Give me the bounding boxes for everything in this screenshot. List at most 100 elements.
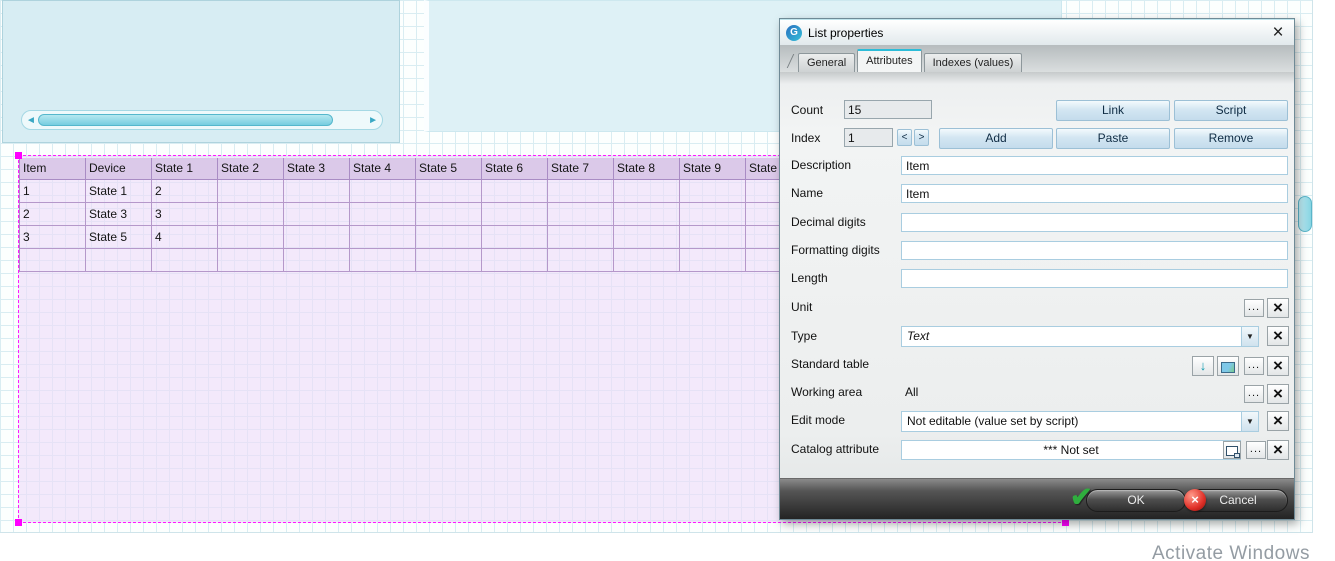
table-cell (680, 249, 746, 271)
tab-attributes[interactable]: Attributes (857, 49, 921, 72)
tab-indexes[interactable]: Indexes (values) (924, 53, 1023, 72)
column-header: Device (86, 158, 152, 179)
standard-table-clear-icon[interactable]: × (1267, 356, 1289, 376)
chevron-down-icon[interactable]: ▼ (1241, 327, 1258, 346)
script-button[interactable]: Script (1174, 100, 1288, 121)
catalog-attribute-clear-icon[interactable]: × (1267, 440, 1289, 460)
edit-mode-dropdown[interactable]: Not editable (value set by script) ▼ (901, 411, 1259, 432)
column-header: State 5 (416, 158, 482, 179)
catalog-attribute-field[interactable]: *** Not set (901, 440, 1241, 460)
dialog-titlebar: G List properties × (780, 19, 1294, 45)
table-cell (152, 249, 218, 271)
index-prev-button[interactable]: < (897, 129, 912, 146)
table-cell (416, 226, 482, 248)
column-header: State 7 (548, 158, 614, 179)
table-cell (680, 226, 746, 248)
count-label: Count (791, 103, 823, 117)
list-properties-dialog: G List properties × General Attributes I… (779, 18, 1295, 520)
table-row (20, 249, 813, 272)
table-row: 2 State 3 3 (20, 203, 813, 226)
remove-button[interactable]: Remove (1174, 128, 1288, 149)
table-cell (482, 249, 548, 271)
tab-general[interactable]: General (798, 53, 855, 72)
table-cell (482, 226, 548, 248)
unit-browse-button[interactable]: ... (1244, 299, 1264, 317)
table-cell (218, 249, 284, 271)
table-cell: 2 (20, 203, 86, 225)
formatting-digits-input[interactable] (901, 241, 1288, 260)
decimal-digits-input[interactable] (901, 213, 1288, 232)
table-cell (218, 180, 284, 202)
table-cell (20, 249, 86, 271)
unit-clear-icon[interactable]: × (1267, 298, 1289, 318)
table-cell (218, 226, 284, 248)
table-cell (284, 226, 350, 248)
catalog-attribute-browse-button[interactable]: ... (1246, 441, 1266, 459)
count-input[interactable] (844, 100, 932, 119)
horizontal-scrollbar-thumb[interactable] (38, 114, 333, 126)
standard-table-import-icon[interactable]: ↓ (1192, 356, 1214, 376)
paste-button[interactable]: Paste (1056, 128, 1170, 149)
edit-mode-clear-icon[interactable]: × (1267, 411, 1289, 431)
tab-divider (787, 54, 795, 68)
type-dropdown[interactable]: Text ▼ (901, 326, 1259, 347)
table-cell (614, 180, 680, 202)
selection-handle[interactable] (1062, 519, 1069, 526)
scroll-left-icon[interactable]: ◄ (26, 113, 36, 129)
type-value: Text (907, 329, 929, 343)
standard-table-image-icon[interactable] (1217, 356, 1239, 376)
table-cell (548, 180, 614, 202)
catalog-attribute-label: Catalog attribute (791, 442, 879, 456)
ok-check-icon[interactable]: ✔ (1070, 482, 1093, 513)
table-cell (218, 203, 284, 225)
table-cell: 4 (152, 226, 218, 248)
table-cell (350, 249, 416, 271)
chevron-down-icon[interactable]: ▼ (1241, 412, 1258, 431)
working-area-browse-button[interactable]: ... (1244, 385, 1264, 403)
table-cell (416, 249, 482, 271)
column-header: Item (20, 158, 86, 179)
index-input[interactable] (844, 128, 893, 147)
type-label: Type (791, 329, 817, 343)
tab-strip: General Attributes Indexes (values) (780, 45, 1294, 72)
table-cell (548, 226, 614, 248)
table-cell (284, 203, 350, 225)
name-input[interactable] (901, 184, 1288, 203)
working-area-clear-icon[interactable]: × (1267, 384, 1289, 404)
link-button[interactable]: Link (1056, 100, 1170, 121)
table-cell (548, 203, 614, 225)
catalog-picker-icon[interactable] (1223, 441, 1241, 459)
index-next-button[interactable]: > (914, 129, 929, 146)
column-header: State 1 (152, 158, 218, 179)
template-panel-left[interactable]: ◄ ► (2, 0, 400, 143)
length-input[interactable] (901, 269, 1288, 288)
edit-mode-value: Not editable (value set by script) (907, 414, 1078, 428)
selection-handle[interactable] (15, 519, 22, 526)
table-cell (86, 249, 152, 271)
table-cell (614, 203, 680, 225)
description-input[interactable] (901, 156, 1288, 175)
selection-handle[interactable] (15, 152, 22, 159)
table-row: 1 State 1 2 (20, 180, 813, 203)
image-icon (1221, 362, 1235, 373)
scroll-right-icon[interactable]: ► (368, 113, 378, 129)
close-icon[interactable]: × (1268, 23, 1288, 43)
table-cell (350, 203, 416, 225)
standard-table-label: Standard table (791, 357, 869, 371)
vertical-scrollbar-thumb[interactable] (1298, 196, 1312, 232)
table-cell (350, 226, 416, 248)
standard-table-browse-button[interactable]: ... (1244, 357, 1264, 375)
cancel-cross-icon[interactable]: × (1184, 489, 1206, 511)
table-cell (614, 226, 680, 248)
table-cell (284, 249, 350, 271)
table-row: 3 State 5 4 (20, 226, 813, 249)
ok-button[interactable]: OK (1086, 489, 1186, 512)
table-cell: State 1 (86, 180, 152, 202)
import-arrow-icon: ↓ (1200, 358, 1207, 373)
add-button[interactable]: Add (939, 128, 1053, 149)
horizontal-scrollbar[interactable]: ◄ ► (21, 110, 383, 130)
table-cell (680, 203, 746, 225)
formatting-digits-label: Formatting digits (791, 243, 880, 257)
index-label: Index (791, 131, 820, 145)
type-clear-icon[interactable]: × (1267, 326, 1289, 346)
